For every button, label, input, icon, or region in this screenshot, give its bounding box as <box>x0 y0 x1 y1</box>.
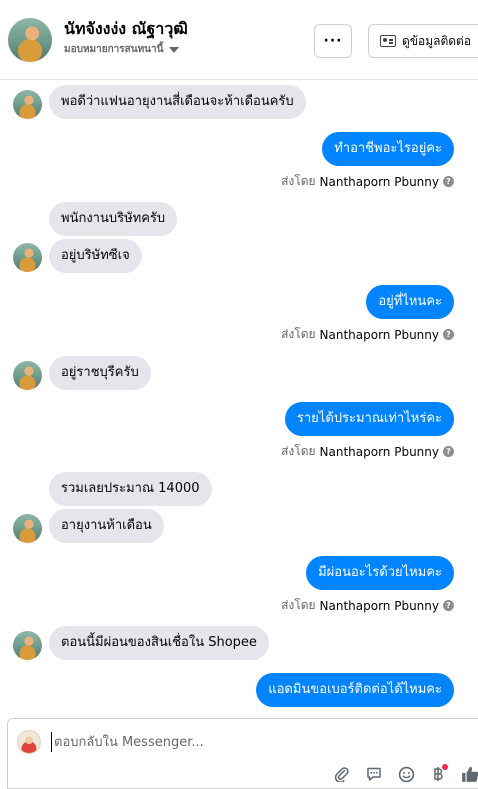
page-avatar <box>17 730 41 754</box>
help-icon[interactable]: ? <box>443 446 454 457</box>
incoming-message[interactable]: อยู่ราชบุรีครับ <box>49 356 151 390</box>
comment-icon <box>367 767 381 781</box>
attachment-icon <box>334 767 349 782</box>
notification-dot <box>442 764 448 770</box>
sender-name[interactable]: Nanthaporn Pbunny <box>320 599 439 613</box>
caret-down-icon <box>169 46 180 53</box>
payment-button[interactable] <box>422 763 454 785</box>
sent-by-prefix: ส่งโดย <box>281 327 316 341</box>
assign-conversation-label: มอบหมายการสนทนานี้ <box>64 44 164 55</box>
conversation-header: นัทจังงง่ง ณัฐาวุฒิ มอบหมายการสนทนานี้ ·… <box>0 0 478 80</box>
contact-card-icon <box>380 35 396 47</box>
more-options-button[interactable]: ··· <box>314 24 352 58</box>
incoming-message[interactable]: รวมเลยประมาณ 14000 <box>49 472 212 506</box>
composer-toolbar <box>326 763 478 785</box>
like-button[interactable] <box>454 763 478 785</box>
emoji-button[interactable] <box>390 763 422 785</box>
view-contact-info-button[interactable]: ดูข้อมูลติดต่อ <box>368 24 478 58</box>
sender-avatar[interactable] <box>13 631 42 660</box>
outgoing-message[interactable]: มีผ่อนอะไรด้วยไหมคะ <box>306 556 454 590</box>
sent-by-prefix: ส่งโดย <box>281 598 316 612</box>
help-icon[interactable]: ? <box>443 176 454 187</box>
help-icon[interactable]: ? <box>443 600 454 611</box>
sent-by-prefix: ส่งโดย <box>281 174 316 188</box>
sender-avatar[interactable] <box>13 243 42 272</box>
thumbs-up-icon <box>462 766 478 782</box>
sender-avatar[interactable] <box>13 514 42 543</box>
sender-avatar[interactable] <box>13 361 42 390</box>
contact-name[interactable]: นัทจังงง่ง ณัฐาวุฒิ <box>64 17 188 42</box>
contact-avatar[interactable] <box>8 18 52 62</box>
message-thread: พอดีว่าแฟนอายุงานสี่เดือนจะห้าเดือนครับ … <box>0 81 478 717</box>
assign-conversation-dropdown[interactable]: มอบหมายการสนทนานี้ <box>64 42 180 57</box>
outgoing-message[interactable]: รายได้ประมาณเท่าไหร่คะ <box>284 402 454 436</box>
reply-composer <box>7 718 478 789</box>
sent-by-label: ส่งโดย Nanthaporn Pbunny ? <box>281 596 454 615</box>
reply-input[interactable] <box>51 732 251 752</box>
incoming-message[interactable]: อายุงานห้าเดือน <box>49 509 164 543</box>
outgoing-message[interactable]: แอดมินขอเบอร์ติดต่อได้ไหมคะ <box>256 673 454 707</box>
outgoing-message[interactable]: ทำอาชีพอะไรอยู่คะ <box>322 132 454 166</box>
sender-avatar[interactable] <box>13 90 42 119</box>
incoming-message[interactable]: พอดีว่าแฟนอายุงานสี่เดือนจะห้าเดือนครับ <box>49 85 306 119</box>
sent-by-label: ส่งโดย Nanthaporn Pbunny ? <box>281 172 454 191</box>
help-icon[interactable]: ? <box>443 329 454 340</box>
sent-by-label: ส่งโดย Nanthaporn Pbunny ? <box>281 442 454 461</box>
incoming-message[interactable]: พนักงานบริษัทครับ <box>49 202 178 236</box>
incoming-message[interactable]: อยู่บริษัทซีเจ <box>49 239 142 273</box>
sent-by-prefix: ส่งโดย <box>281 444 316 458</box>
sender-name[interactable]: Nanthaporn Pbunny <box>320 328 439 342</box>
emoji-icon <box>398 766 414 782</box>
sender-name[interactable]: Nanthaporn Pbunny <box>320 445 439 459</box>
sent-by-label: ส่งโดย Nanthaporn Pbunny ? <box>281 325 454 344</box>
saved-replies-button[interactable] <box>358 763 390 785</box>
attachment-button[interactable] <box>326 763 358 785</box>
more-options-label: ··· <box>323 33 343 49</box>
sender-name[interactable]: Nanthaporn Pbunny <box>320 175 439 189</box>
outgoing-message[interactable]: อยู่ที่ไหนคะ <box>366 285 454 319</box>
incoming-message[interactable]: ตอนนี้มีผ่อนของสินเชื่อใน Shopee <box>49 626 269 660</box>
view-contact-info-label: ดูข้อมูลติดต่อ <box>402 33 472 48</box>
